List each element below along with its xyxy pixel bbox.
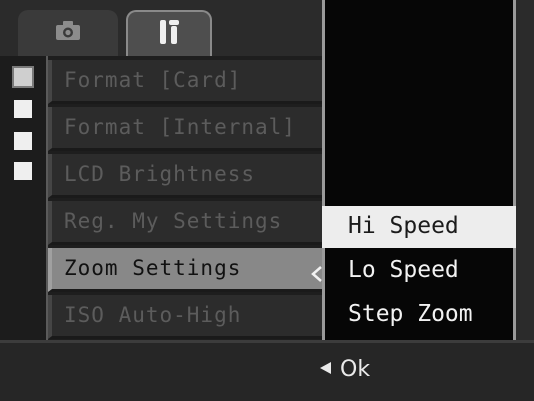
setup-tools-icon [158,18,180,50]
menu-item-label: Format [Internal] [64,115,296,139]
option-label: Step Zoom [348,301,473,327]
camera-icon [55,21,81,45]
ok-guide[interactable]: Ok [318,357,370,382]
right-edge-panel [516,0,534,340]
camera-lcd-screen: Format [Card] Format [Internal] LCD Brig… [0,0,534,401]
ok-label: Ok [340,357,371,382]
option-lo-speed[interactable]: Lo Speed [322,250,516,292]
setup-menu-list: Format [Card] Format [Internal] LCD Brig… [48,56,324,340]
page-indicator-3 [14,132,32,150]
left-arrow-icon [318,360,332,379]
option-label: Hi Speed [348,213,459,239]
page-indicator-1 [14,68,32,86]
menu-item-zoom-settings[interactable]: Zoom Settings [48,248,324,292]
menu-item-lcd-brightness[interactable]: LCD Brightness [48,154,324,198]
page-indicator-column [0,56,48,340]
menu-item-reg-my-settings[interactable]: Reg. My Settings [48,201,324,245]
option-hi-speed[interactable]: Hi Speed [322,206,516,248]
menu-item-iso-auto-high[interactable]: ISO Auto-High [48,295,324,339]
menu-item-format-card[interactable]: Format [Card] [48,60,324,104]
bottom-guide-bar: Ok [0,340,534,401]
menu-item-format-internal[interactable]: Format [Internal] [48,107,324,151]
menu-item-label: ISO Auto-High [64,303,242,327]
tab-setup[interactable] [126,10,212,56]
menu-item-label: LCD Brightness [64,162,256,186]
menu-item-label: Zoom Settings [64,256,242,280]
page-indicator-4 [14,162,32,180]
option-label: Lo Speed [348,257,459,283]
page-indicator-2 [14,100,32,118]
option-step-zoom[interactable]: Step Zoom [322,294,516,336]
submenu-open-chevron-icon [309,266,325,282]
menu-item-label: Format [Card] [64,68,242,92]
tab-camera[interactable] [18,10,118,56]
menu-item-label: Reg. My Settings [64,209,283,233]
